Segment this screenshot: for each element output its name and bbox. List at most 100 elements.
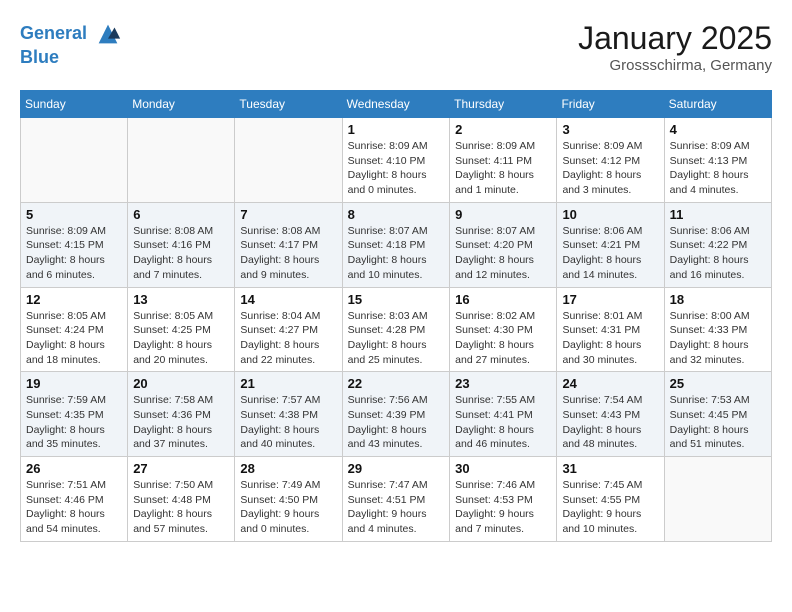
day-number: 30 (455, 461, 551, 476)
logo-line1: General (20, 23, 87, 43)
day-number: 12 (26, 292, 122, 307)
day-info: Sunrise: 8:05 AM Sunset: 4:24 PM Dayligh… (26, 309, 122, 368)
calendar-cell: 24 Sunrise: 7:54 AM Sunset: 4:43 PM Dayli… (557, 372, 664, 457)
day-info: Sunrise: 8:05 AM Sunset: 4:25 PM Dayligh… (133, 309, 229, 368)
day-number: 17 (562, 292, 658, 307)
calendar-cell: 21 Sunrise: 7:57 AM Sunset: 4:38 PM Dayli… (235, 372, 342, 457)
calendar-week-row: 5 Sunrise: 8:09 AM Sunset: 4:15 PM Daylig… (21, 202, 772, 287)
calendar-cell: 9 Sunrise: 8:07 AM Sunset: 4:20 PM Daylig… (450, 202, 557, 287)
calendar-cell: 23 Sunrise: 7:55 AM Sunset: 4:41 PM Dayli… (450, 372, 557, 457)
day-info: Sunrise: 7:46 AM Sunset: 4:53 PM Dayligh… (455, 478, 551, 537)
calendar-cell: 27Sunrise: 7:50 AM Sunset: 4:48 PM Dayli… (128, 457, 235, 542)
day-info: Sunrise: 8:08 AM Sunset: 4:17 PM Dayligh… (240, 224, 336, 283)
logo-icon (94, 20, 122, 48)
day-info: Sunrise: 8:00 AM Sunset: 4:33 PM Dayligh… (670, 309, 766, 368)
day-number: 9 (455, 207, 551, 222)
calendar-cell: 16 Sunrise: 8:02 AM Sunset: 4:30 PM Dayli… (450, 287, 557, 372)
day-number: 19 (26, 376, 122, 391)
calendar-cell: 6Sunrise: 8:08 AM Sunset: 4:16 PM Daylig… (128, 202, 235, 287)
day-number: 24 (562, 376, 658, 391)
page-header: General Blue January 2025 Grossschirma, … (20, 20, 772, 74)
day-number: 4 (670, 122, 766, 137)
day-info: Sunrise: 7:59 AM Sunset: 4:35 PM Dayligh… (26, 393, 122, 452)
calendar-cell: 25 Sunrise: 7:53 AM Sunset: 4:45 PM Dayli… (664, 372, 771, 457)
calendar-cell (128, 118, 235, 203)
day-number: 2 (455, 122, 551, 137)
day-number: 22 (348, 376, 444, 391)
logo-line2: Blue (20, 47, 59, 67)
day-info: Sunrise: 8:08 AM Sunset: 4:16 PM Dayligh… (133, 224, 229, 283)
calendar-week-row: 19 Sunrise: 7:59 AM Sunset: 4:35 PM Dayli… (21, 372, 772, 457)
weekday-header-saturday: Saturday (664, 91, 771, 118)
day-info: Sunrise: 7:50 AM Sunset: 4:48 PM Dayligh… (133, 478, 229, 537)
calendar-table: SundayMondayTuesdayWednesdayThursdayFrid… (20, 90, 772, 542)
day-info: Sunrise: 8:09 AM Sunset: 4:13 PM Dayligh… (670, 139, 766, 198)
calendar-cell: 15 Sunrise: 8:03 AM Sunset: 4:28 PM Dayli… (342, 287, 449, 372)
day-number: 11 (670, 207, 766, 222)
day-info: Sunrise: 8:01 AM Sunset: 4:31 PM Dayligh… (562, 309, 658, 368)
day-number: 25 (670, 376, 766, 391)
calendar-cell: 12 Sunrise: 8:05 AM Sunset: 4:24 PM Dayli… (21, 287, 128, 372)
day-info: Sunrise: 8:02 AM Sunset: 4:30 PM Dayligh… (455, 309, 551, 368)
day-info: Sunrise: 8:09 AM Sunset: 4:15 PM Dayligh… (26, 224, 122, 283)
day-number: 23 (455, 376, 551, 391)
calendar-cell: 31 Sunrise: 7:45 AM Sunset: 4:55 PM Dayli… (557, 457, 664, 542)
calendar-cell: 10Sunrise: 8:06 AM Sunset: 4:21 PM Dayli… (557, 202, 664, 287)
weekday-header-tuesday: Tuesday (235, 91, 342, 118)
day-info: Sunrise: 7:57 AM Sunset: 4:38 PM Dayligh… (240, 393, 336, 452)
day-number: 18 (670, 292, 766, 307)
calendar-week-row: 1 Sunrise: 8:09 AM Sunset: 4:10 PM Daylig… (21, 118, 772, 203)
calendar-cell (21, 118, 128, 203)
day-info: Sunrise: 7:45 AM Sunset: 4:55 PM Dayligh… (562, 478, 658, 537)
calendar-cell: 4 Sunrise: 8:09 AM Sunset: 4:13 PM Daylig… (664, 118, 771, 203)
day-info: Sunrise: 8:04 AM Sunset: 4:27 PM Dayligh… (240, 309, 336, 368)
title-block: January 2025 Grossschirma, Germany (578, 20, 772, 74)
day-info: Sunrise: 7:55 AM Sunset: 4:41 PM Dayligh… (455, 393, 551, 452)
day-number: 21 (240, 376, 336, 391)
calendar-week-row: 12 Sunrise: 8:05 AM Sunset: 4:24 PM Dayli… (21, 287, 772, 372)
weekday-header-sunday: Sunday (21, 91, 128, 118)
month-title: January 2025 (578, 20, 772, 57)
calendar-cell: 28 Sunrise: 7:49 AM Sunset: 4:50 PM Dayli… (235, 457, 342, 542)
day-info: Sunrise: 7:56 AM Sunset: 4:39 PM Dayligh… (348, 393, 444, 452)
day-number: 7 (240, 207, 336, 222)
calendar-cell: 29Sunrise: 7:47 AM Sunset: 4:51 PM Dayli… (342, 457, 449, 542)
day-info: Sunrise: 8:07 AM Sunset: 4:20 PM Dayligh… (455, 224, 551, 283)
day-info: Sunrise: 8:06 AM Sunset: 4:22 PM Dayligh… (670, 224, 766, 283)
day-number: 28 (240, 461, 336, 476)
calendar-cell: 7 Sunrise: 8:08 AM Sunset: 4:17 PM Daylig… (235, 202, 342, 287)
location: Grossschirma, Germany (578, 57, 772, 74)
day-info: Sunrise: 8:09 AM Sunset: 4:10 PM Dayligh… (348, 139, 444, 198)
day-info: Sunrise: 8:06 AM Sunset: 4:21 PM Dayligh… (562, 224, 658, 283)
day-number: 1 (348, 122, 444, 137)
weekday-header-monday: Monday (128, 91, 235, 118)
day-info: Sunrise: 7:49 AM Sunset: 4:50 PM Dayligh… (240, 478, 336, 537)
day-number: 5 (26, 207, 122, 222)
calendar-cell: 1 Sunrise: 8:09 AM Sunset: 4:10 PM Daylig… (342, 118, 449, 203)
calendar-cell: 11 Sunrise: 8:06 AM Sunset: 4:22 PM Dayli… (664, 202, 771, 287)
day-number: 31 (562, 461, 658, 476)
day-info: Sunrise: 8:09 AM Sunset: 4:11 PM Dayligh… (455, 139, 551, 198)
day-number: 13 (133, 292, 229, 307)
day-number: 14 (240, 292, 336, 307)
calendar-cell: 18 Sunrise: 8:00 AM Sunset: 4:33 PM Dayli… (664, 287, 771, 372)
weekday-header-row: SundayMondayTuesdayWednesdayThursdayFrid… (21, 91, 772, 118)
logo: General Blue (20, 20, 122, 68)
calendar-cell: 2 Sunrise: 8:09 AM Sunset: 4:11 PM Daylig… (450, 118, 557, 203)
day-number: 15 (348, 292, 444, 307)
weekday-header-friday: Friday (557, 91, 664, 118)
weekday-header-thursday: Thursday (450, 91, 557, 118)
day-info: Sunrise: 7:54 AM Sunset: 4:43 PM Dayligh… (562, 393, 658, 452)
calendar-cell: 13 Sunrise: 8:05 AM Sunset: 4:25 PM Dayli… (128, 287, 235, 372)
day-info: Sunrise: 7:58 AM Sunset: 4:36 PM Dayligh… (133, 393, 229, 452)
day-info: Sunrise: 8:03 AM Sunset: 4:28 PM Dayligh… (348, 309, 444, 368)
calendar-cell: 26Sunrise: 7:51 AM Sunset: 4:46 PM Dayli… (21, 457, 128, 542)
calendar-cell: 20Sunrise: 7:58 AM Sunset: 4:36 PM Dayli… (128, 372, 235, 457)
day-number: 26 (26, 461, 122, 476)
calendar-cell: 3Sunrise: 8:09 AM Sunset: 4:12 PM Daylig… (557, 118, 664, 203)
day-info: Sunrise: 7:53 AM Sunset: 4:45 PM Dayligh… (670, 393, 766, 452)
day-info: Sunrise: 7:47 AM Sunset: 4:51 PM Dayligh… (348, 478, 444, 537)
day-number: 8 (348, 207, 444, 222)
day-number: 16 (455, 292, 551, 307)
calendar-cell: 14 Sunrise: 8:04 AM Sunset: 4:27 PM Dayli… (235, 287, 342, 372)
